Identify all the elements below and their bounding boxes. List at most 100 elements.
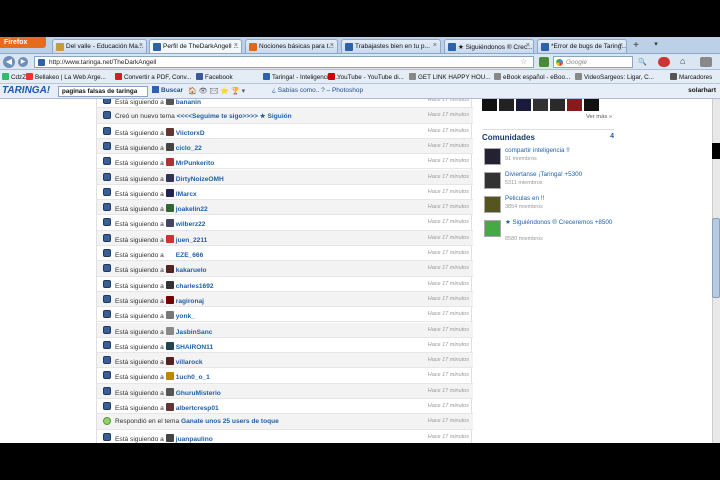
topic-link[interactable]: Ganate unos 25 users de toque	[181, 418, 279, 425]
forward-icon[interactable]: ▶	[18, 57, 28, 67]
user-avatar[interactable]	[165, 127, 174, 136]
user-avatar[interactable]	[165, 234, 174, 243]
bookmark-item[interactable]: eBook español - eBoo...	[494, 73, 570, 81]
user-avatar[interactable]	[165, 326, 174, 335]
close-tab-icon[interactable]: ×	[139, 42, 143, 49]
avatar[interactable]	[499, 99, 514, 111]
user-avatar[interactable]	[165, 433, 174, 442]
user-avatar[interactable]	[165, 99, 174, 105]
user-link[interactable]: joakelin22	[176, 206, 208, 213]
search-go-icon[interactable]: 🔍	[638, 58, 647, 66]
avatar[interactable]	[567, 99, 582, 111]
community-avatar[interactable]	[484, 148, 501, 165]
taringa-search-input[interactable]: paginas falsas de taringa	[58, 86, 148, 97]
bookmark-item[interactable]: VideoSargeos: Ligar, C...	[575, 73, 654, 81]
avatar[interactable]	[482, 99, 497, 111]
taringa-search-button[interactable]: Buscar	[152, 86, 183, 94]
user-avatar[interactable]	[165, 219, 174, 228]
topic-link[interactable]: <<<<Seguime te sigo>>>> ★ Siguión	[177, 113, 292, 120]
user-avatar[interactable]	[165, 204, 174, 213]
user-link[interactable]: EZE_666	[176, 252, 204, 259]
url-bar[interactable]: http://www.taringa.net/TheDarkAngell	[34, 56, 534, 68]
browser-tab[interactable]: Nociones básicas para t... ×	[245, 39, 338, 53]
close-tab-icon[interactable]: ×	[526, 42, 530, 49]
user-link[interactable]: GhuruMisterio	[176, 390, 221, 397]
community-item[interactable]: Peliculas en !! 3854 miembros	[484, 194, 614, 216]
browser-tab[interactable]: *Error de bugs de Taring... ×	[537, 39, 627, 53]
avatar[interactable]	[584, 99, 599, 111]
close-tab-icon[interactable]: ×	[433, 42, 437, 49]
user-avatar[interactable]	[165, 357, 174, 366]
community-avatar[interactable]	[484, 172, 501, 189]
browser-tab[interactable]: Trabajastes bien en tu p... ×	[341, 39, 441, 53]
community-name[interactable]: compartir inteligencia !!	[505, 147, 615, 155]
user-link[interactable]: juanpaulino	[176, 436, 213, 443]
scrollbar-thumb[interactable]	[712, 218, 720, 298]
extension-icon[interactable]	[700, 57, 712, 67]
user-avatar[interactable]	[165, 311, 174, 320]
user-avatar[interactable]	[165, 265, 174, 274]
browser-tab[interactable]: ★ Siguiéndonos ® Crec... ×	[444, 39, 534, 53]
user-link[interactable]: ragironaj	[176, 298, 204, 305]
bookmark-item[interactable]: Marcadores	[670, 73, 712, 81]
community-name[interactable]: Diviertanse ¡Taringa! +5300	[505, 171, 615, 179]
user-link[interactable]: IMarcx	[176, 191, 197, 198]
community-name[interactable]: Peliculas en !!	[505, 195, 615, 203]
community-item[interactable]: ★ Siguiéndonos ® Creceremos +8500 8580 mi…	[484, 218, 615, 242]
user-link[interactable]: MrPunkerito	[176, 160, 214, 167]
user-link[interactable]: DirtyNoizeOMH	[176, 176, 224, 183]
list-tabs-icon[interactable]: ▾	[650, 40, 662, 52]
community-item[interactable]: Diviertanse ¡Taringa! +5300 5311 miembros	[484, 170, 614, 192]
user-avatar[interactable]	[165, 250, 174, 258]
taringa-toolbar-icons[interactable]: 🏠 👁 ✉ ⭐ 🏆 ▾	[188, 87, 245, 95]
avatar[interactable]	[550, 99, 565, 111]
taringa-user-name[interactable]: solarhart	[688, 87, 716, 94]
user-avatar[interactable]	[165, 158, 174, 167]
user-link[interactable]: JasbinSanc	[176, 329, 213, 336]
browser-tab[interactable]: Del valle - Educación Ma... ×	[52, 39, 147, 53]
close-tab-icon[interactable]: ×	[330, 42, 334, 49]
bookmark-item[interactable]: Bellakeo | La Web Arge...	[26, 73, 106, 81]
user-link[interactable]: juen_2211	[176, 237, 208, 244]
bookmark-star-icon[interactable]: ☆	[520, 57, 527, 66]
user-link[interactable]: albertcresp01	[176, 405, 219, 412]
user-link[interactable]: villarock	[176, 359, 203, 366]
user-avatar[interactable]	[165, 403, 174, 411]
user-link[interactable]: SHAIRON11	[176, 344, 213, 351]
user-avatar[interactable]	[165, 280, 174, 289]
user-avatar[interactable]	[165, 142, 174, 151]
user-link[interactable]: ciclo_22	[176, 145, 202, 152]
user-link[interactable]: 1uch0_o_1	[176, 374, 210, 381]
new-tab-button[interactable]: +	[630, 40, 642, 52]
avatar[interactable]	[533, 99, 548, 111]
user-link[interactable]: ViictorxD	[176, 130, 205, 137]
search-input[interactable]: Google	[553, 56, 633, 68]
user-avatar[interactable]	[165, 173, 174, 182]
user-avatar[interactable]	[165, 341, 174, 350]
user-avatar[interactable]	[165, 372, 174, 381]
user-link[interactable]: yonk_	[176, 313, 195, 320]
ver-mas-link[interactable]: Ver más »	[586, 114, 612, 120]
close-tab-icon[interactable]: ×	[234, 42, 238, 49]
bookmark-item[interactable]: GET LINK HAPPY HOU...	[409, 73, 491, 81]
browser-tab[interactable]: Perfil de TheDarkAngell ... ×	[149, 39, 242, 53]
user-link[interactable]: kakaruelo	[176, 267, 207, 274]
avatar[interactable]	[516, 99, 531, 111]
user-avatar[interactable]	[165, 387, 174, 396]
sabias-link[interactable]: ¿ Sabías como.. ? – Photoshop	[272, 87, 363, 94]
community-avatar[interactable]	[484, 196, 501, 213]
community-name[interactable]: ★ Siguiéndonos ® Creceremos +8500	[505, 219, 615, 227]
community-item[interactable]: compartir inteligencia !! 91 miembros	[484, 146, 614, 168]
bookmark-item[interactable]: YouTube - YouTube di...	[328, 73, 404, 81]
user-link[interactable]: bananin	[176, 99, 201, 106]
back-icon[interactable]: ◀	[3, 56, 15, 68]
close-tab-icon[interactable]: ×	[619, 42, 623, 49]
bookmark-item[interactable]: Convertir a PDF, Conv...	[115, 73, 191, 81]
user-link[interactable]: charles1692	[176, 283, 214, 290]
firefox-menu-button[interactable]: Firefox	[0, 37, 46, 48]
reload-icon[interactable]	[539, 57, 549, 67]
taringa-logo[interactable]: TARINGA!	[2, 85, 50, 96]
community-avatar[interactable]	[484, 220, 501, 237]
adblock-icon[interactable]	[658, 57, 670, 67]
user-avatar[interactable]	[165, 295, 174, 304]
